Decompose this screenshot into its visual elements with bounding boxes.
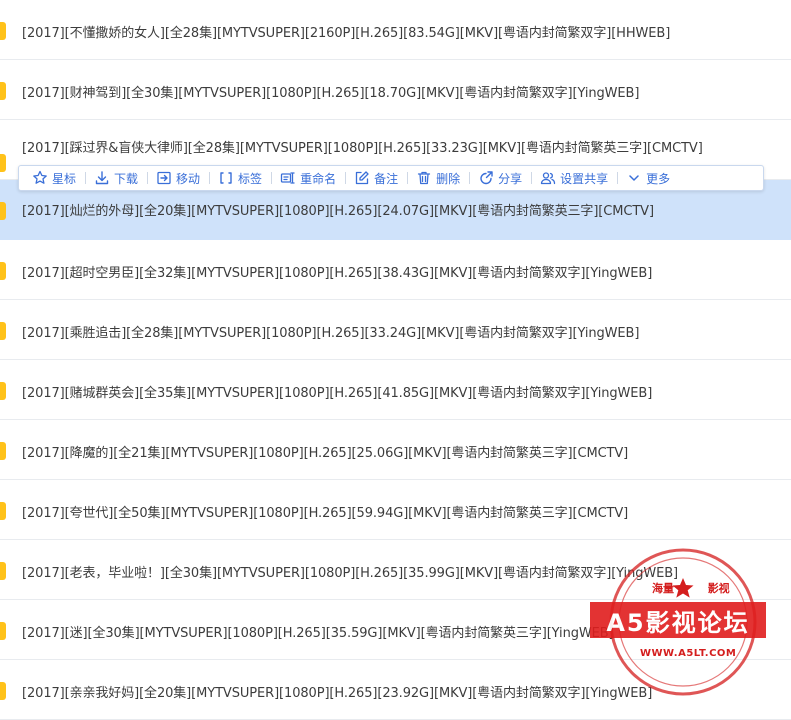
folder-icon	[0, 202, 6, 220]
folder-icon	[0, 382, 6, 400]
file-name: [2017][迷][全30集][MYTVSUPER][1080P][H.265]…	[22, 626, 614, 641]
folder-icon	[0, 322, 6, 340]
note-label: 备注	[374, 171, 399, 186]
delete-button[interactable]: 删除	[407, 169, 469, 187]
star-icon	[32, 170, 48, 186]
folder-icon	[0, 154, 6, 172]
file-name: [2017][降魔的][全21集][MYTVSUPER][1080P][H.26…	[22, 446, 629, 461]
watermark-tagline-left: 海量	[652, 582, 674, 595]
folder-icon	[0, 22, 6, 40]
download-icon	[94, 170, 110, 186]
file-row[interactable]: [2017][降魔的][全21集][MYTVSUPER][1080P][H.26…	[0, 420, 791, 480]
move-label: 移动	[176, 171, 201, 186]
download-label: 下载	[114, 171, 139, 186]
star-label: 星标	[52, 171, 77, 186]
folder-icon	[0, 262, 6, 280]
file-name: [2017][不懂撒娇的女人][全28集][MYTVSUPER][2160P][…	[22, 26, 671, 41]
note-icon	[354, 170, 370, 186]
more-label: 更多	[646, 171, 671, 186]
more-button[interactable]: 更多	[617, 169, 679, 187]
folder-icon	[0, 502, 6, 520]
watermark-title: A5影视论坛	[590, 602, 766, 638]
file-row[interactable]: [2017][超时空男臣][全32集][MYTVSUPER][1080P][H.…	[0, 240, 791, 300]
file-row[interactable]: [2017][赌城群英会][全35集][MYTVSUPER][1080P][H.…	[0, 360, 791, 420]
file-name: [2017][老表，毕业啦！][全30集][MYTVSUPER][1080P][…	[22, 566, 679, 581]
file-row[interactable]: [2017][不懂撒娇的女人][全28集][MYTVSUPER][2160P][…	[0, 0, 791, 60]
file-row[interactable]: [2017][夸世代][全50集][MYTVSUPER][1080P][H.26…	[0, 480, 791, 540]
watermark-tagline-right: 影视	[707, 582, 730, 595]
move-button[interactable]: 移动	[147, 169, 209, 187]
rename-icon	[280, 170, 296, 186]
tag-label: 标签	[238, 171, 263, 186]
chevron-down-icon	[626, 170, 642, 186]
file-row[interactable]: [2017][财神驾到][全30集][MYTVSUPER][1080P][H.2…	[0, 60, 791, 120]
share-icon	[478, 170, 494, 186]
shared-users-icon	[540, 170, 556, 186]
file-name: [2017][亲亲我好妈][全20集][MYTVSUPER][1080P][H.…	[22, 686, 653, 701]
share-label: 分享	[498, 171, 523, 186]
folder-icon	[0, 82, 6, 100]
note-button[interactable]: 备注	[345, 169, 407, 187]
file-row[interactable]: [2017][乘胜追击][全28集][MYTVSUPER][1080P][H.2…	[0, 300, 791, 360]
star-button[interactable]: 星标	[23, 169, 85, 187]
file-action-toolbar: 星标 下载 移动 标签 重命名 备注 删除 分享 设置共享 更多	[18, 165, 764, 191]
file-name: [2017][超时空男臣][全32集][MYTVSUPER][1080P][H.…	[22, 266, 653, 281]
delete-label: 删除	[436, 171, 461, 186]
folder-icon	[0, 682, 6, 700]
folder-icon	[0, 622, 6, 640]
move-icon	[156, 170, 172, 186]
delete-icon	[416, 170, 432, 186]
file-name: [2017][夸世代][全50集][MYTVSUPER][1080P][H.26…	[22, 506, 629, 521]
file-name: [2017][财神驾到][全30集][MYTVSUPER][1080P][H.2…	[22, 86, 640, 101]
download-button[interactable]: 下载	[85, 169, 147, 187]
share-button[interactable]: 分享	[469, 169, 531, 187]
rename-button[interactable]: 重命名	[271, 169, 345, 187]
watermark-tagline: 海量 影视	[652, 580, 730, 596]
file-name: [2017][灿烂的外母][全20集][MYTVSUPER][1080P][H.…	[22, 204, 654, 219]
set-shared-button[interactable]: 设置共享	[531, 169, 617, 187]
set-shared-label: 设置共享	[560, 171, 609, 186]
watermark-url: WWW.A5LT.COM	[640, 648, 737, 659]
rename-label: 重命名	[300, 171, 337, 186]
folder-icon	[0, 562, 6, 580]
folder-icon	[0, 442, 6, 460]
file-name: [2017][赌城群英会][全35集][MYTVSUPER][1080P][H.…	[22, 386, 653, 401]
tag-icon	[218, 170, 234, 186]
tag-button[interactable]: 标签	[209, 169, 271, 187]
file-name: [2017][乘胜追击][全28集][MYTVSUPER][1080P][H.2…	[22, 326, 640, 341]
file-name: [2017][踩过界&盲侠大律师][全28集][MYTVSUPER][1080P…	[22, 141, 703, 156]
